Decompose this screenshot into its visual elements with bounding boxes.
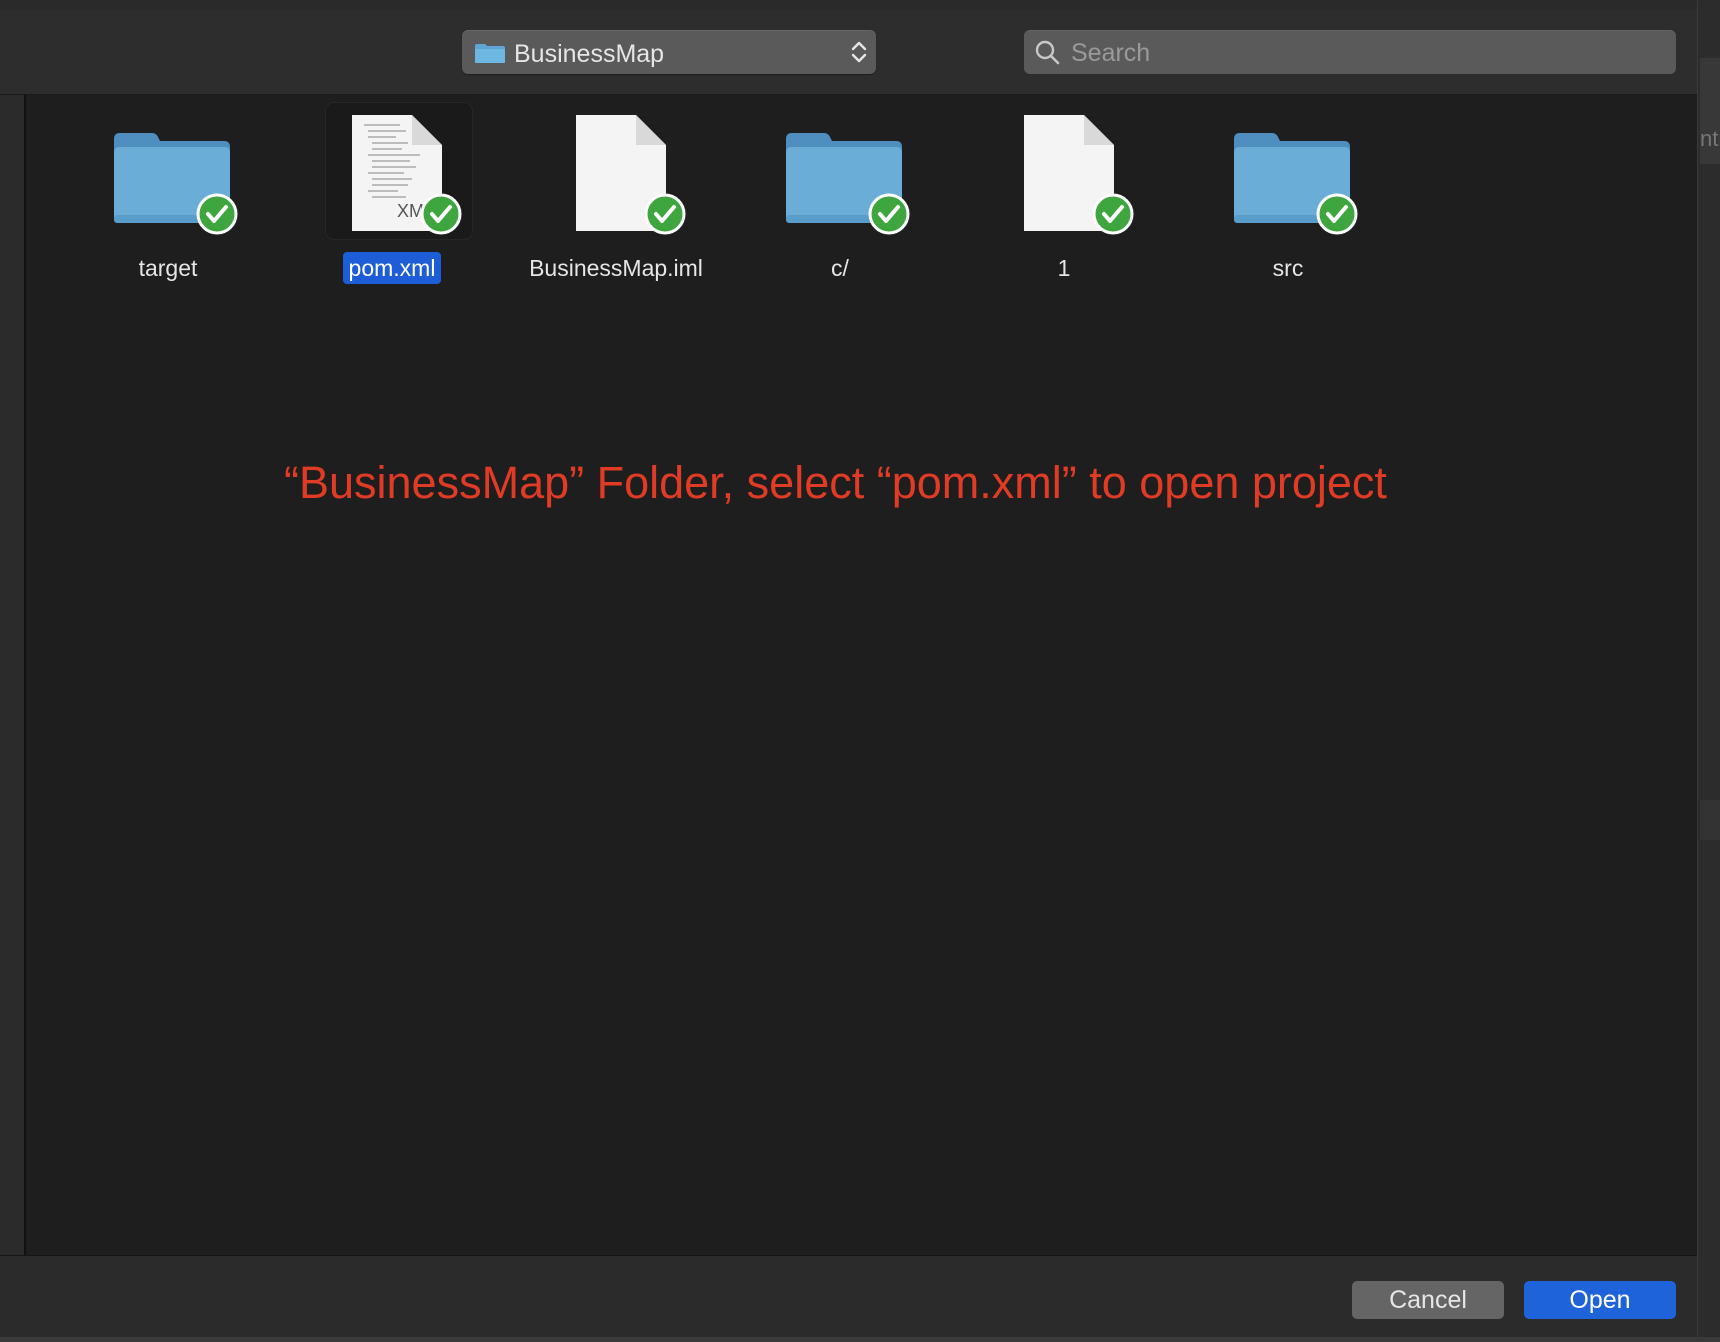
file-item-pom-xml[interactable]: XML pom.xml <box>280 103 504 293</box>
search-icon <box>1035 40 1060 65</box>
item-icon-box <box>56 103 280 239</box>
item-icon-box <box>728 103 952 239</box>
sidebar-edge <box>0 95 26 1255</box>
chevron-up-down-icon <box>851 41 867 63</box>
instruction-annotation: “BusinessMap” Folder, select “pom.xml” t… <box>284 457 1387 508</box>
file-item-target[interactable]: target <box>56 103 280 293</box>
search-input[interactable] <box>1069 35 1663 71</box>
checkmark-badge-icon <box>868 193 910 235</box>
file-item-src[interactable]: src <box>1176 103 1400 293</box>
background-window-edge: ntr <box>1697 0 1720 1342</box>
file-item-businessmap-iml[interactable]: BusinessMap.iml <box>504 103 728 293</box>
checkmark-badge-icon <box>420 193 462 235</box>
item-icon-box <box>952 103 1176 239</box>
open-button[interactable]: Open <box>1524 1281 1676 1319</box>
checkmark-badge-icon <box>1092 193 1134 235</box>
background-window-band <box>1700 800 1720 840</box>
item-icon-box: XML <box>326 103 472 239</box>
file-browser: target XML pom.xml BusinessMap.iml c/ 1 … <box>26 95 1697 1255</box>
folder-icon <box>475 44 505 63</box>
file-item-1[interactable]: 1 <box>952 103 1176 293</box>
file-name: 1 <box>1057 255 1071 281</box>
item-icon-box <box>1176 103 1400 239</box>
location-label: BusinessMap <box>514 40 665 68</box>
file-name: target <box>138 255 198 281</box>
dialog-footer: Cancel Open <box>0 1255 1697 1342</box>
file-name: BusinessMap.iml <box>529 255 703 281</box>
dialog-toolbar: BusinessMap <box>0 10 1697 95</box>
checkmark-badge-icon <box>196 193 238 235</box>
file-name: pom.xml <box>280 252 504 284</box>
cancel-button[interactable]: Cancel <box>1352 1281 1504 1319</box>
file-item-c[interactable]: c/ <box>728 103 952 293</box>
search-field[interactable] <box>1024 30 1676 74</box>
clipped-background-text: ntr <box>1700 126 1720 151</box>
checkmark-badge-icon <box>1316 193 1358 235</box>
item-icon-box <box>504 103 728 239</box>
location-popup-button[interactable]: BusinessMap <box>462 30 876 74</box>
file-name: src <box>1272 255 1304 281</box>
file-name: c/ <box>831 255 849 281</box>
open-file-dialog: BusinessMap ntr <box>0 0 1720 1342</box>
window-bottom-edge <box>0 1337 1720 1342</box>
checkmark-badge-icon <box>644 193 686 235</box>
